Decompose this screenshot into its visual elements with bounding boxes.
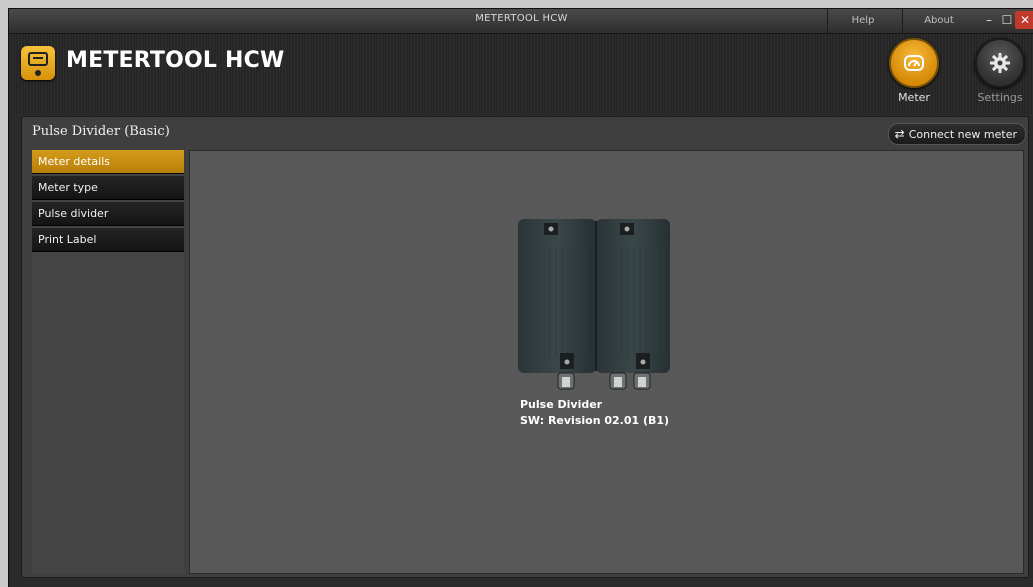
sidebar-item-meter-type[interactable]: Meter type: [32, 176, 184, 200]
app-window: METERTOOL HCW Help About – ☐ ✕ METERTOOL…: [8, 8, 1033, 587]
page-title: Pulse Divider (Basic): [32, 124, 170, 139]
app-name: METERTOOL HCW: [66, 48, 285, 73]
main-panel: Pulse Divider (Basic) ⇄ Connect new meter…: [21, 116, 1029, 578]
sidebar-item-meter-details[interactable]: Meter details: [32, 150, 184, 174]
gauge-icon: [889, 38, 939, 88]
close-button[interactable]: ✕: [1015, 11, 1033, 29]
app-header: METERTOOL HCW Meter Settings: [9, 34, 1033, 114]
minimize-button[interactable]: –: [979, 11, 999, 29]
gear-icon: [975, 38, 1025, 88]
content-area: Pulse Divider SW: Revision 02.01 (B1): [189, 150, 1024, 574]
connect-new-meter-button[interactable]: ⇄ Connect new meter: [887, 123, 1026, 145]
device-name: Pulse Divider: [520, 398, 603, 411]
pulse-divider-device-image: [518, 219, 670, 390]
maximize-button[interactable]: ☐: [997, 11, 1017, 29]
nav-settings-label: Settings: [977, 91, 1023, 104]
sidebar-item-print-label[interactable]: Print Label: [32, 228, 184, 252]
sidebar: Meter details Meter type Pulse divider P…: [32, 150, 184, 574]
swap-arrows-icon: ⇄: [894, 127, 905, 141]
nav-meter-button[interactable]: Meter: [886, 38, 942, 104]
nav-meter-label: Meter: [898, 91, 930, 104]
about-button[interactable]: About: [902, 9, 975, 33]
nav-settings-button[interactable]: Settings: [972, 38, 1028, 104]
device-info: Pulse Divider SW: Revision 02.01 (B1): [520, 397, 669, 429]
app-logo-icon: [21, 46, 55, 80]
sidebar-item-pulse-divider[interactable]: Pulse divider: [32, 202, 184, 226]
help-button[interactable]: Help: [827, 9, 898, 33]
title-bar: METERTOOL HCW Help About – ☐ ✕: [9, 9, 1033, 34]
connect-label: Connect new meter: [908, 128, 1017, 141]
device-sw-revision: SW: Revision 02.01 (B1): [520, 414, 670, 427]
